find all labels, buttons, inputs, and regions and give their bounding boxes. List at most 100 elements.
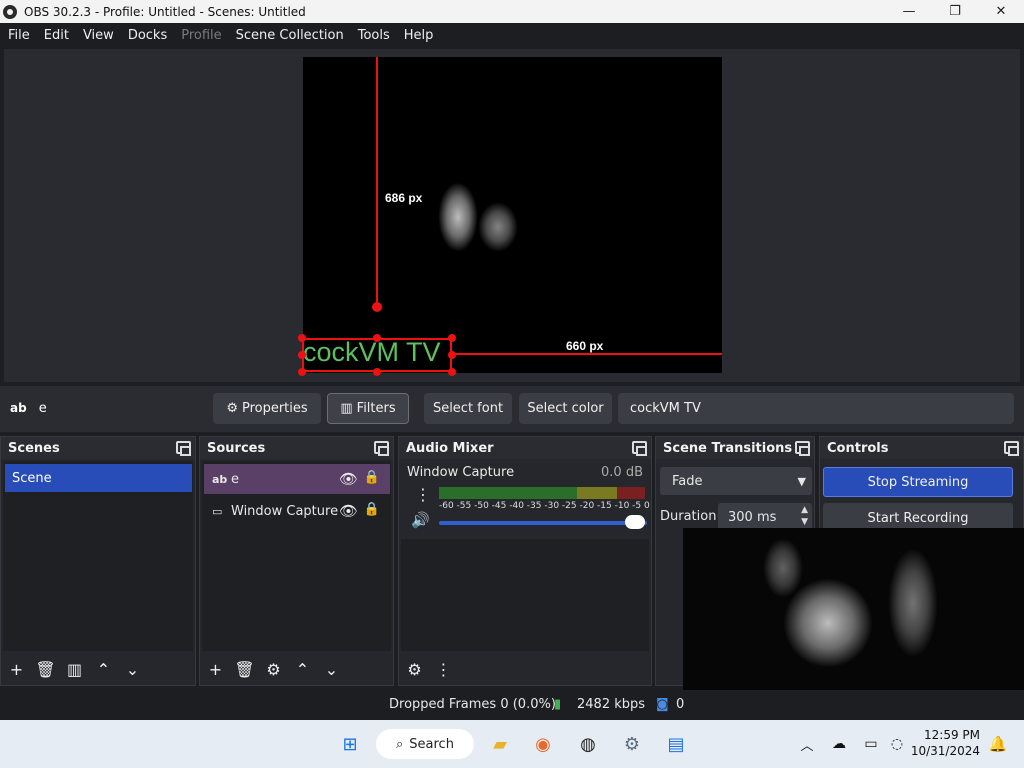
- selection-box[interactable]: [302, 338, 452, 372]
- volume-slider[interactable]: [439, 521, 647, 525]
- resize-handle-b[interactable]: [373, 368, 381, 376]
- menu-edit[interactable]: Edit: [37, 28, 76, 43]
- menu-profile[interactable]: Profile: [174, 28, 228, 43]
- resize-handle-t[interactable]: [373, 334, 381, 342]
- meter-scale: -60 -55 -50 -45 -40 -35 -30 -25 -20 -15 …: [439, 501, 650, 511]
- transition-select[interactable]: Fade ▼: [660, 467, 812, 495]
- undock-icon[interactable]: [374, 441, 389, 456]
- mixer-empty-area: [401, 539, 649, 651]
- obs-taskbar-icon[interactable]: ◍: [576, 732, 600, 756]
- window-title: OBS 30.2.3 - Profile: Untitled - Scenes:…: [24, 4, 306, 19]
- resize-handle-tl[interactable]: [298, 334, 306, 342]
- resize-handle-bl[interactable]: [298, 368, 306, 376]
- obs-logo-icon: [3, 4, 17, 19]
- remove-source-icon[interactable]: 🗑: [232, 657, 257, 682]
- text-source-icon: ab: [10, 401, 27, 415]
- rotation-handle[interactable]: [372, 302, 382, 312]
- selected-source-label: ab e: [10, 401, 47, 416]
- window-capture-icon: ▭: [212, 504, 223, 518]
- vertical-guide-line: [376, 57, 378, 307]
- mixer-menu-icon[interactable]: ⋮: [431, 657, 456, 682]
- properties-label: Properties: [241, 401, 308, 416]
- duration-input[interactable]: 300 ms ▲ ▼: [718, 503, 812, 531]
- menu-help[interactable]: Help: [397, 28, 441, 43]
- undock-icon[interactable]: [1004, 441, 1019, 456]
- visibility-eye-icon[interactable]: 👁: [339, 470, 358, 488]
- notification-bell-icon[interactable]: 🔔: [986, 732, 1010, 756]
- source-row[interactable]: ▭ Window Capture 👁 🔒: [204, 496, 390, 526]
- undock-icon[interactable]: [795, 441, 810, 456]
- move-up-icon[interactable]: ⌃: [290, 657, 315, 682]
- filter-icon: ▥: [340, 401, 353, 416]
- add-scene-icon[interactable]: +: [4, 657, 29, 682]
- sources-list[interactable]: ab e 👁 🔒 ▭ Window Capture 👁 🔒: [202, 461, 391, 651]
- file-explorer-icon[interactable]: ▰: [488, 732, 512, 756]
- notepad-icon[interactable]: ▤: [664, 732, 688, 756]
- move-down-icon[interactable]: ⌄: [319, 657, 344, 682]
- move-up-icon[interactable]: ⌃: [91, 657, 116, 682]
- menu-docks[interactable]: Docks: [121, 28, 174, 43]
- search-icon: ⌕: [396, 736, 404, 752]
- cloud-off-icon[interactable]: ☁: [827, 732, 851, 756]
- remove-scene-icon[interactable]: 🗑: [33, 657, 58, 682]
- chevron-up-icon[interactable]: ︿: [795, 732, 819, 756]
- filters-button[interactable]: ▥ Filters: [327, 393, 409, 424]
- lock-icon[interactable]: 🔒: [364, 502, 380, 517]
- scene-filters-icon[interactable]: ▥: [62, 657, 87, 682]
- speaker-icon[interactable]: 🔊: [411, 511, 430, 529]
- stop-streaming-button[interactable]: Stop Streaming: [823, 467, 1013, 497]
- visibility-eye-icon[interactable]: 👁: [339, 502, 358, 520]
- menu-view[interactable]: View: [76, 28, 121, 43]
- source-name: Window Capture: [231, 503, 339, 519]
- select-color-button[interactable]: Select color: [519, 393, 612, 424]
- sources-dock: Sources ab e 👁 🔒 ▭ Window Capture 👁 🔒 + …: [199, 436, 394, 686]
- firefox-icon[interactable]: ◉: [531, 732, 555, 756]
- network-icon[interactable]: ▭: [859, 732, 883, 756]
- volume-muted-icon[interactable]: ◌: [885, 732, 909, 756]
- undock-icon[interactable]: [176, 441, 191, 456]
- minimize-button[interactable]: —: [886, 0, 932, 23]
- source-row[interactable]: ab e 👁 🔒: [204, 464, 390, 494]
- resize-handle-br[interactable]: [448, 368, 456, 376]
- menu-tools[interactable]: Tools: [351, 28, 397, 43]
- undock-icon[interactable]: [632, 441, 647, 456]
- video-content: [478, 202, 518, 252]
- channel-menu-icon[interactable]: ⋮: [415, 485, 431, 504]
- taskbar: ⊞ ⌕ Search ▰ ◉ ◍ ⚙ ▤ ︿ ☁ ▭ ◌ 12:59 PM 10/3…: [0, 720, 1024, 768]
- select-font-button[interactable]: Select font: [424, 393, 512, 424]
- stream-status-icon: ◙: [656, 697, 669, 712]
- add-source-icon[interactable]: +: [203, 657, 228, 682]
- preview-canvas[interactable]: [303, 57, 722, 373]
- clock[interactable]: 12:59 PM 10/31/2024: [911, 727, 980, 759]
- taskbar-search[interactable]: ⌕ Search: [376, 729, 474, 759]
- transition-value: Fade: [672, 473, 703, 489]
- settings-icon[interactable]: ⚙: [620, 732, 644, 756]
- close-button[interactable]: ✕: [978, 0, 1024, 23]
- volume-meter: [439, 487, 645, 499]
- vertical-distance-label: 686 px: [385, 191, 423, 205]
- resize-handle-l[interactable]: [298, 351, 306, 359]
- source-properties-icon[interactable]: ⚙: [261, 657, 286, 682]
- resize-handle-tr[interactable]: [448, 334, 456, 342]
- menu-file[interactable]: File: [1, 28, 37, 43]
- menu-scene-collection[interactable]: Scene Collection: [229, 28, 351, 43]
- menu-bar: File Edit View Docks Profile Scene Colle…: [0, 23, 1024, 47]
- volume-slider-knob[interactable]: [625, 515, 645, 529]
- windows-start-icon[interactable]: ⊞: [338, 732, 362, 756]
- scene-item[interactable]: Scene: [5, 464, 192, 492]
- scenes-list[interactable]: Scene: [3, 461, 193, 651]
- sources-title: Sources: [207, 440, 266, 456]
- filters-label: Filters: [356, 401, 396, 416]
- selected-source-name: e: [38, 401, 47, 416]
- text-input[interactable]: cockVM TV: [618, 393, 1014, 424]
- mixer-channel: Window Capture 0.0 dB ⋮ -60 -55 -50 -45 …: [401, 461, 650, 539]
- lock-icon[interactable]: 🔒: [364, 470, 380, 485]
- scenes-dock: Scenes Scene + 🗑 ▥ ⌃ ⌄: [0, 436, 196, 686]
- bitrate: 2482 kbps: [577, 697, 646, 712]
- spin-arrows-icon[interactable]: ▲ ▼: [801, 504, 808, 528]
- audio-settings-icon[interactable]: ⚙: [402, 657, 427, 682]
- properties-button[interactable]: ⚙ Properties: [213, 393, 321, 424]
- move-down-icon[interactable]: ⌄: [120, 657, 145, 682]
- restore-button[interactable]: ❐: [932, 0, 978, 23]
- resize-handle-r[interactable]: [448, 351, 456, 359]
